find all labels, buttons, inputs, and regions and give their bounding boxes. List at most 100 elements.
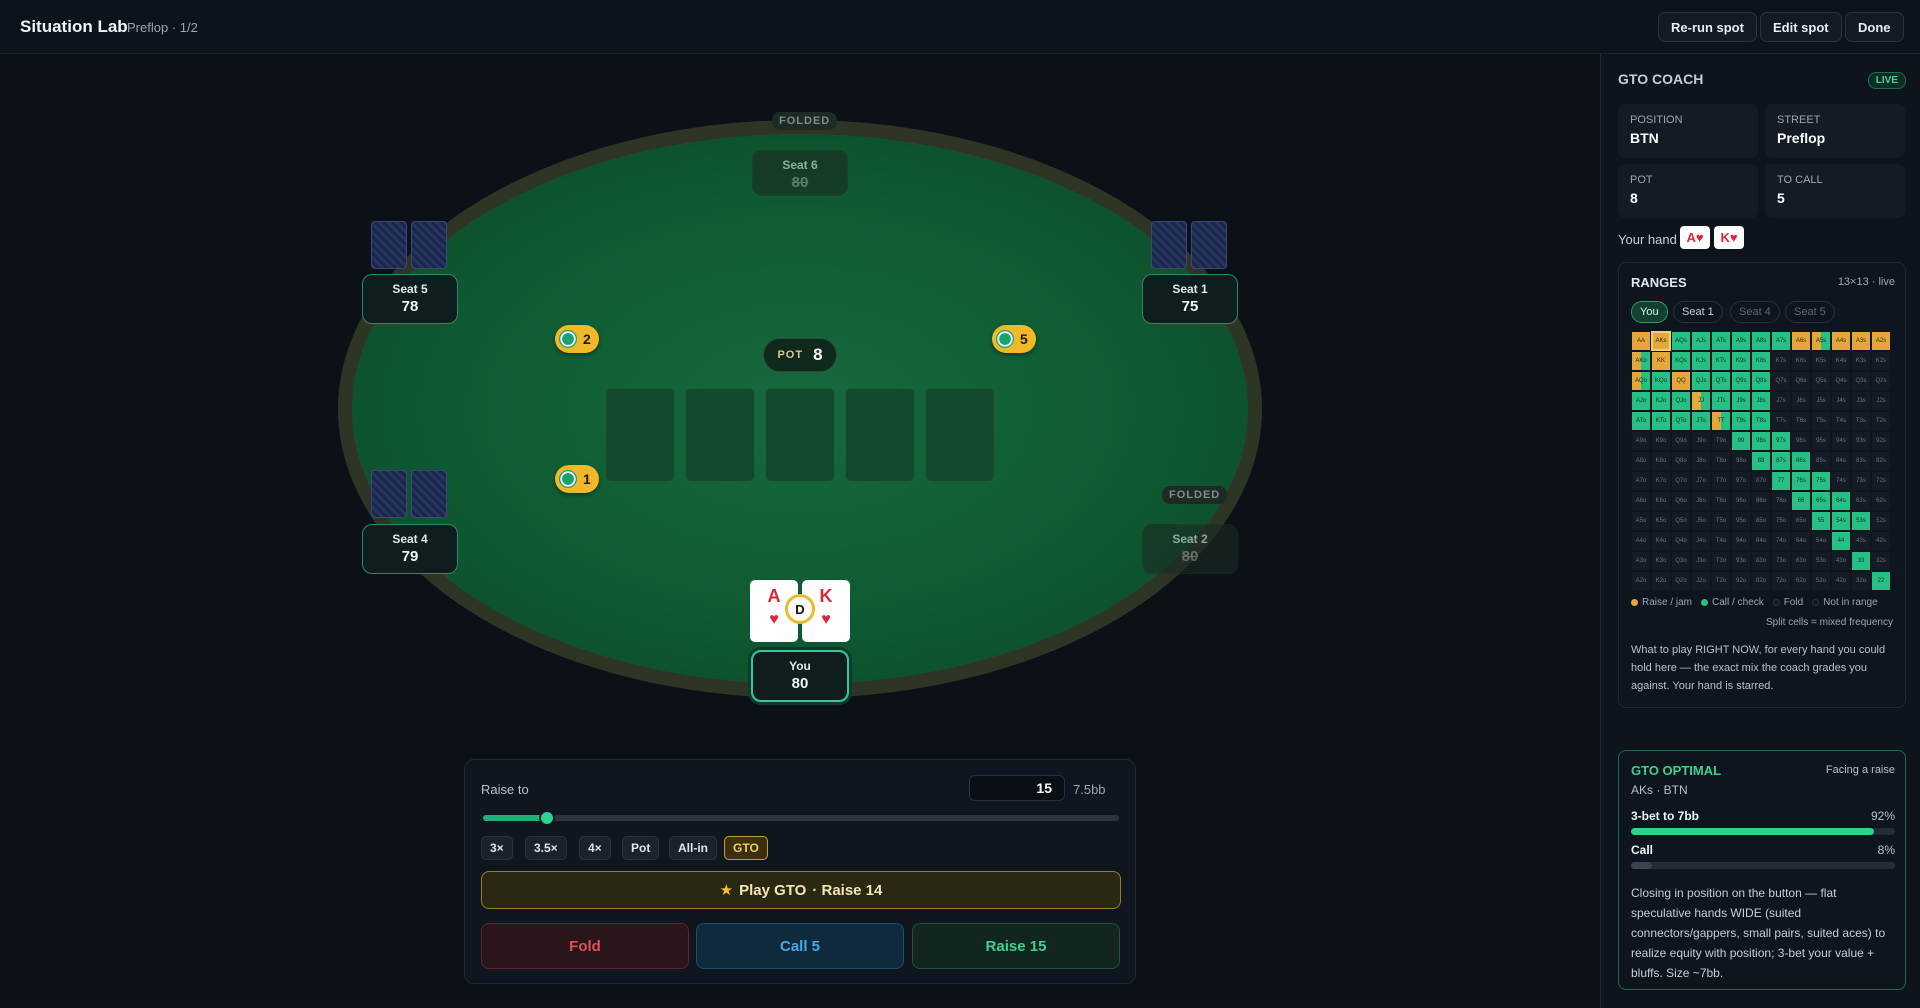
range-cell[interactable]: 76o (1771, 491, 1791, 511)
range-cell[interactable]: K9s (1731, 351, 1751, 371)
range-cell[interactable]: 87s (1771, 451, 1791, 471)
range-cell[interactable]: KJs (1691, 351, 1711, 371)
range-cell[interactable]: 95s (1811, 431, 1831, 451)
range-cell[interactable]: KTs (1711, 351, 1731, 371)
range-cell[interactable]: KK (1651, 351, 1671, 371)
range-cell[interactable]: AQs (1671, 331, 1691, 351)
range-cell[interactable]: AJs (1691, 331, 1711, 351)
range-cell[interactable]: J4s (1831, 391, 1851, 411)
raise-button[interactable]: Raise 15 (912, 923, 1120, 969)
range-cell[interactable]: J5s (1811, 391, 1831, 411)
range-cell[interactable]: 86s (1791, 451, 1811, 471)
range-cell[interactable]: 63o (1791, 551, 1811, 571)
range-cell[interactable]: T3s (1851, 411, 1871, 431)
range-cell[interactable]: JTs (1711, 391, 1731, 411)
range-cell[interactable]: J9o (1691, 431, 1711, 451)
range-cell[interactable]: ATs (1711, 331, 1731, 351)
range-cell[interactable]: 82s (1871, 451, 1891, 471)
range-cell[interactable]: A9o (1631, 431, 1651, 451)
range-cell[interactable]: A9s (1731, 331, 1751, 351)
range-cell[interactable]: Q2s (1871, 371, 1891, 391)
preset-3-5x-button[interactable]: 3.5× (525, 836, 567, 860)
range-cell[interactable]: 88 (1751, 451, 1771, 471)
seat-5[interactable]: Seat 5 78 (362, 274, 458, 324)
range-cell[interactable]: K2s (1871, 351, 1891, 371)
range-cell[interactable]: 87o (1751, 471, 1771, 491)
range-cell[interactable]: 97o (1731, 471, 1751, 491)
range-cell[interactable]: Q9s (1731, 371, 1751, 391)
range-cell[interactable]: 73o (1771, 551, 1791, 571)
range-cell[interactable]: A7s (1771, 331, 1791, 351)
range-cell[interactable]: Q8o (1671, 451, 1691, 471)
range-cell[interactable]: TT (1711, 411, 1731, 431)
seat-2[interactable]: Seat 2 80 (1142, 524, 1238, 574)
range-cell[interactable]: QTs (1711, 371, 1731, 391)
preset-4x-button[interactable]: 4× (579, 836, 611, 860)
range-cell[interactable]: T5s (1811, 411, 1831, 431)
range-cell[interactable]: T8s (1751, 411, 1771, 431)
range-tab-you[interactable]: You (1631, 301, 1668, 323)
range-cell[interactable]: 43s (1851, 531, 1871, 551)
range-cell[interactable]: Q6o (1671, 491, 1691, 511)
range-cell[interactable]: K2o (1651, 571, 1671, 591)
rerun-spot-button[interactable]: Re-run spot (1658, 12, 1757, 42)
range-cell[interactable]: 65o (1791, 511, 1811, 531)
range-cell[interactable]: 83o (1751, 551, 1771, 571)
range-cell[interactable]: A6o (1631, 491, 1651, 511)
preset-pot-button[interactable]: Pot (622, 836, 660, 860)
range-cell[interactable]: 52s (1871, 511, 1891, 531)
range-cell[interactable]: 66 (1791, 491, 1811, 511)
range-cell[interactable]: Q5o (1671, 511, 1691, 531)
range-cell[interactable]: J2o (1691, 571, 1711, 591)
range-cell[interactable]: A8s (1751, 331, 1771, 351)
range-cell[interactable]: 99 (1731, 431, 1751, 451)
range-cell[interactable]: K4s (1831, 351, 1851, 371)
range-cell[interactable]: 98o (1731, 451, 1751, 471)
range-cell[interactable]: JJ (1691, 391, 1711, 411)
range-cell[interactable]: 33 (1851, 551, 1871, 571)
seat-6[interactable]: Seat 6 80 (752, 150, 848, 196)
range-cell[interactable]: T4o (1711, 531, 1731, 551)
range-cell[interactable]: J9s (1731, 391, 1751, 411)
range-cell[interactable]: 32s (1871, 551, 1891, 571)
range-cell[interactable]: 63s (1851, 491, 1871, 511)
range-cell[interactable]: Q3s (1851, 371, 1871, 391)
range-cell[interactable]: T4s (1831, 411, 1851, 431)
range-cell[interactable]: 96o (1731, 491, 1751, 511)
range-cell[interactable]: K5o (1651, 511, 1671, 531)
range-cell[interactable]: 53o (1811, 551, 1831, 571)
range-cell[interactable]: K3s (1851, 351, 1871, 371)
range-cell[interactable]: Q5s (1811, 371, 1831, 391)
range-cell[interactable]: T9s (1731, 411, 1751, 431)
range-cell[interactable]: T6s (1791, 411, 1811, 431)
range-cell[interactable]: QQ (1671, 371, 1691, 391)
range-cell[interactable]: J2s (1871, 391, 1891, 411)
range-cell[interactable]: 75s (1811, 471, 1831, 491)
range-cell[interactable]: J7s (1771, 391, 1791, 411)
range-cell[interactable]: QJo (1671, 391, 1691, 411)
range-cell[interactable]: Q6s (1791, 371, 1811, 391)
range-cell[interactable]: Q4o (1671, 531, 1691, 551)
range-cell[interactable]: Q4s (1831, 371, 1851, 391)
range-cell[interactable]: 85o (1751, 511, 1771, 531)
range-cell[interactable]: 62s (1871, 491, 1891, 511)
range-cell[interactable]: JTo (1691, 411, 1711, 431)
range-cell[interactable]: 92s (1871, 431, 1891, 451)
range-cell[interactable]: K9o (1651, 431, 1671, 451)
range-cell[interactable]: T8o (1711, 451, 1731, 471)
range-tab-seat1[interactable]: Seat 1 (1673, 301, 1723, 323)
range-cell[interactable]: T7o (1711, 471, 1731, 491)
range-cell[interactable]: 54o (1811, 531, 1831, 551)
raise-slider[interactable] (483, 810, 1119, 826)
range-cell[interactable]: Q7o (1671, 471, 1691, 491)
range-cell[interactable]: 97s (1771, 431, 1791, 451)
range-cell[interactable]: 53s (1851, 511, 1871, 531)
range-cell[interactable]: 77 (1771, 471, 1791, 491)
range-cell[interactable]: A4s (1831, 331, 1851, 351)
range-cell[interactable]: AQo (1631, 371, 1651, 391)
done-button[interactable]: Done (1845, 12, 1904, 42)
range-cell[interactable]: A3s (1851, 331, 1871, 351)
range-cell[interactable]: J4o (1691, 531, 1711, 551)
range-cell[interactable]: 95o (1731, 511, 1751, 531)
range-cell[interactable]: 74s (1831, 471, 1851, 491)
